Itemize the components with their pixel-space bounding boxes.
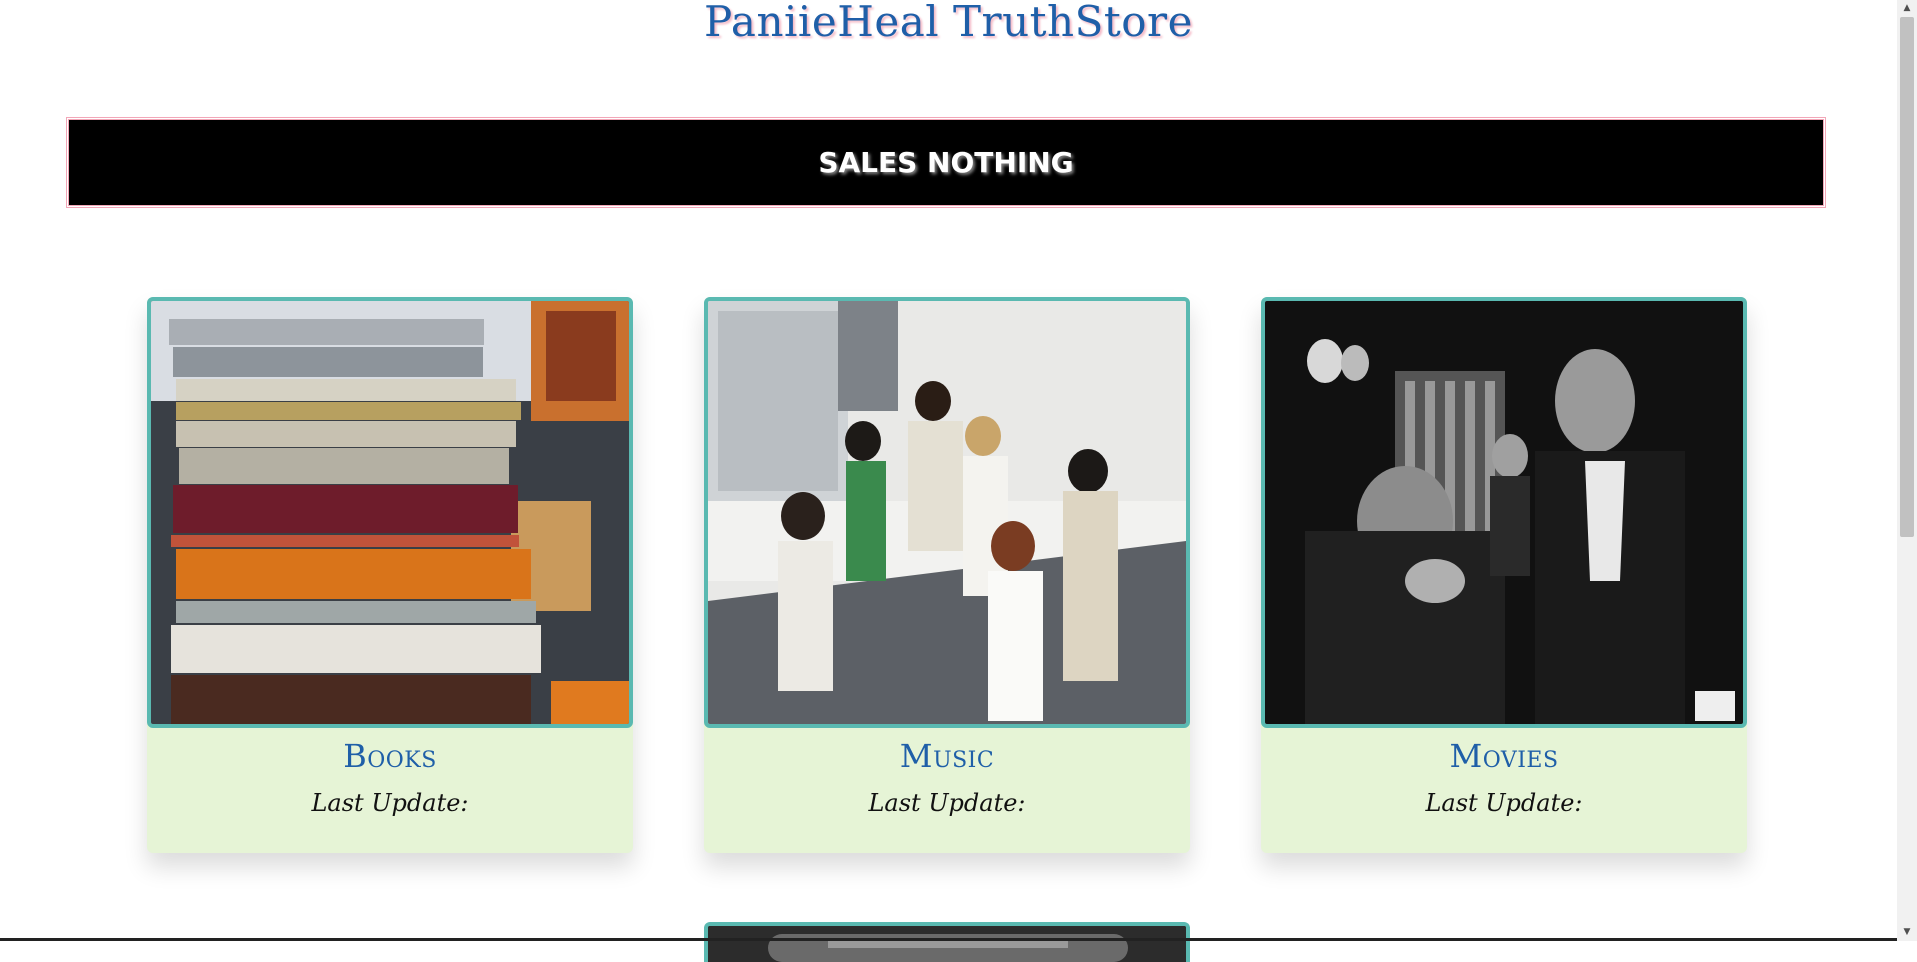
site-title: PaniieHeal TruthStore xyxy=(704,0,1193,46)
category-card-partial[interactable] xyxy=(704,922,1190,962)
page-scrollbar[interactable]: ▲ ▼ xyxy=(1897,0,1917,941)
category-card-books[interactable]: Books Last Update: xyxy=(147,297,633,853)
scroll-down-arrow-icon[interactable]: ▼ xyxy=(1897,924,1917,941)
last-update-label: Last Update: xyxy=(311,789,469,817)
card-title-books[interactable]: Books xyxy=(147,737,633,775)
last-update-label: Last Update: xyxy=(868,789,1026,817)
card-title-movies[interactable]: Movies xyxy=(1261,737,1747,775)
banner-text: SALES NOTHING xyxy=(818,146,1074,179)
music-image[interactable] xyxy=(704,297,1190,728)
books-image[interactable] xyxy=(147,297,633,728)
movies-image[interactable] xyxy=(1261,297,1747,728)
sales-banner: SALES NOTHING xyxy=(68,119,1824,206)
category-card-music[interactable]: Music Last Update: xyxy=(704,297,1190,853)
scrollbar-thumb[interactable] xyxy=(1900,17,1914,537)
category-card-movies[interactable]: Movies Last Update: xyxy=(1261,297,1747,853)
scroll-up-arrow-icon[interactable]: ▲ xyxy=(1897,0,1917,17)
card-title-music[interactable]: Music xyxy=(704,737,1190,775)
last-update-label: Last Update: xyxy=(1425,789,1583,817)
